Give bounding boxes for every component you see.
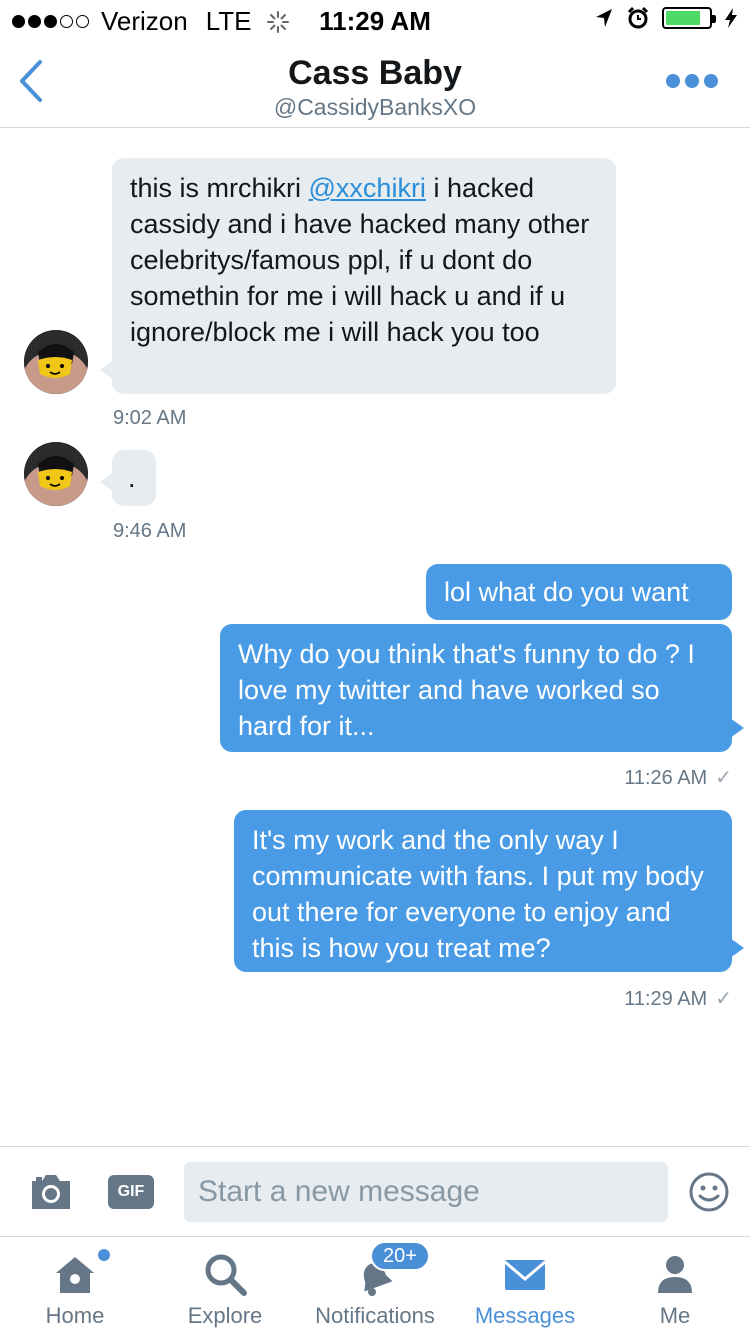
carrier-name: Verizon bbox=[101, 6, 188, 36]
read-check-icon: ✓ bbox=[715, 767, 732, 789]
charging-bolt-icon bbox=[725, 8, 737, 28]
person-icon bbox=[658, 1256, 692, 1293]
tab-me[interactable]: Me bbox=[600, 1237, 750, 1334]
message-bubble[interactable]: . bbox=[100, 450, 156, 506]
message-bubble[interactable]: Why do you think that's funny to do ? I … bbox=[220, 624, 744, 752]
smiley-icon bbox=[689, 1172, 729, 1212]
chevron-left-icon bbox=[20, 60, 42, 102]
avatar[interactable] bbox=[24, 442, 88, 506]
message-text: Why do you think that's funny to do ? I … bbox=[238, 639, 695, 741]
status-bar: Verizon LTE 11:29 AM bbox=[0, 0, 750, 40]
conversation-handle: @CassidyBanksXO bbox=[273, 94, 477, 120]
message-incoming-1: this is mrchikri @xxchikri i hacked cass… bbox=[100, 158, 616, 394]
avatar[interactable] bbox=[24, 330, 88, 394]
status-left: Verizon LTE bbox=[12, 6, 290, 37]
message-text: . bbox=[128, 463, 136, 493]
notification-count-badge: 20+ bbox=[370, 1241, 430, 1271]
message-text: this is mrchikri bbox=[130, 173, 309, 203]
tab-label: Me bbox=[659, 1303, 691, 1328]
camera-icon bbox=[32, 1175, 70, 1209]
message-timestamp: 9:46 AM bbox=[113, 520, 187, 542]
location-arrow-icon bbox=[596, 9, 612, 27]
tab-label: Explore bbox=[187, 1303, 263, 1328]
alarm-icon bbox=[627, 6, 649, 29]
tab-bar: Home Explore Notifications 20+ Messages … bbox=[0, 1236, 750, 1334]
tab-label: Messages bbox=[474, 1303, 576, 1328]
tab-label: Notifications bbox=[315, 1303, 435, 1328]
back-button[interactable] bbox=[14, 58, 50, 104]
mention-link[interactable]: @xxchikri bbox=[309, 173, 426, 203]
message-bubble[interactable]: this is mrchikri @xxchikri i hacked cass… bbox=[100, 158, 616, 394]
read-check-icon: ✓ bbox=[715, 988, 732, 1010]
signal-strength-icon bbox=[12, 15, 89, 28]
timestamp-text: 11:29 AM bbox=[624, 988, 708, 1010]
camera-button[interactable] bbox=[28, 1171, 74, 1213]
search-icon bbox=[205, 1254, 247, 1296]
message-incoming-2: . bbox=[100, 450, 156, 506]
more-dots-icon bbox=[666, 74, 680, 88]
message-composer: GIF bbox=[0, 1146, 750, 1236]
new-content-dot bbox=[98, 1249, 110, 1261]
message-outgoing-1: lol what do you want bbox=[426, 564, 732, 620]
activity-spinner-icon bbox=[266, 10, 289, 33]
status-right bbox=[594, 6, 738, 30]
tab-label: Home bbox=[45, 1303, 105, 1328]
message-input[interactable] bbox=[184, 1162, 668, 1222]
timestamp-text: 11:26 AM bbox=[624, 767, 708, 789]
message-text: lol what do you want bbox=[444, 577, 689, 607]
message-timestamp: 11:29 AM ✓ bbox=[624, 986, 732, 1011]
message-timestamp: 11:26 AM ✓ bbox=[624, 765, 732, 790]
emoji-button[interactable] bbox=[688, 1171, 730, 1213]
battery-icon bbox=[662, 7, 716, 29]
message-text: It's my work and the only way I communic… bbox=[252, 825, 704, 963]
gif-button[interactable]: GIF bbox=[108, 1175, 154, 1209]
envelope-icon bbox=[504, 1260, 546, 1290]
conversation-title: Cass Baby bbox=[288, 54, 462, 92]
tab-home[interactable]: Home bbox=[0, 1237, 150, 1334]
message-outgoing-2: Why do you think that's funny to do ? I … bbox=[220, 624, 744, 752]
message-bubble[interactable]: lol what do you want bbox=[426, 564, 732, 620]
network-type: LTE bbox=[205, 6, 252, 36]
message-timestamp: 9:02 AM bbox=[113, 407, 187, 429]
tab-explore[interactable]: Explore bbox=[150, 1237, 300, 1334]
message-bubble[interactable]: It's my work and the only way I communic… bbox=[234, 810, 744, 972]
conversation-header: Cass Baby @CassidyBanksXO bbox=[0, 40, 750, 128]
more-options-button[interactable] bbox=[666, 74, 718, 88]
home-icon bbox=[56, 1257, 94, 1293]
tab-messages[interactable]: Messages bbox=[450, 1237, 600, 1334]
message-outgoing-3: It's my work and the only way I communic… bbox=[234, 810, 744, 972]
